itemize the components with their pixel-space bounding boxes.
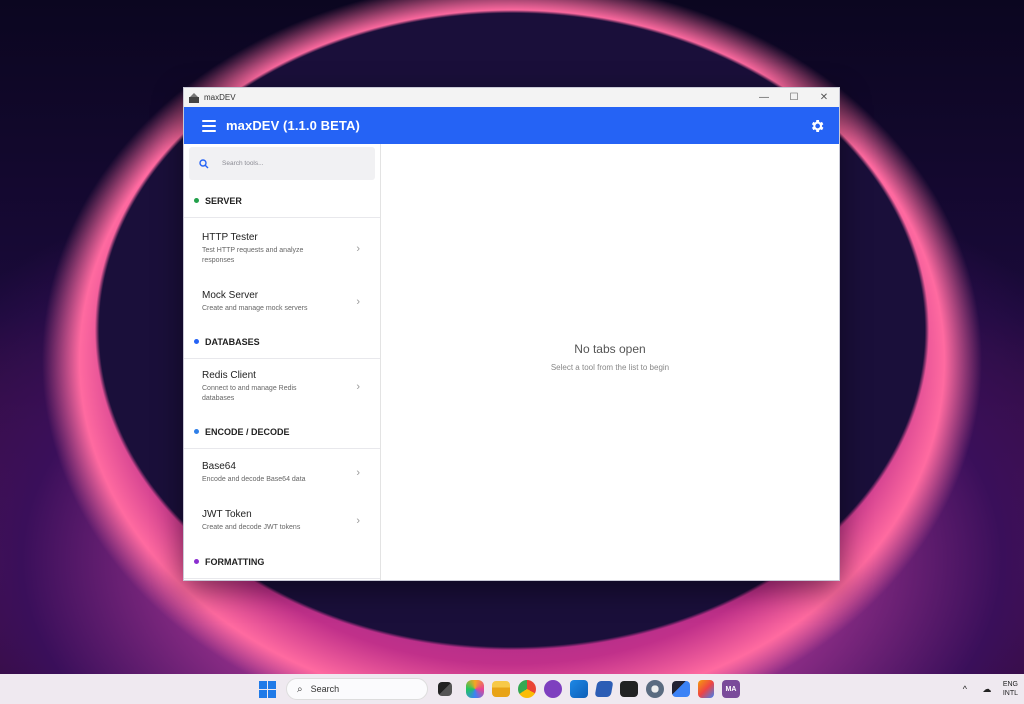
tool-description: Connect to and manage Redis databases — [202, 385, 297, 402]
chevron-up-icon[interactable]: ^ — [959, 684, 971, 694]
system-tray: ^ ☁ ENG INTL — [949, 674, 1018, 704]
maxdev-taskbar-label: MA — [725, 685, 737, 693]
input-language[interactable]: ENG INTL — [1003, 680, 1018, 698]
copilot-icon[interactable] — [466, 680, 484, 698]
lang-code: ENG — [1002, 681, 1018, 688]
settings-icon[interactable] — [646, 680, 664, 698]
taskbar-search[interactable]: ⌕ Search — [286, 678, 428, 700]
section-label: ENCODE / DECODE — [205, 426, 290, 437]
search-input[interactable]: Search tools... — [222, 160, 264, 167]
section-dot — [194, 559, 199, 564]
chevron-right-icon: › — [356, 515, 360, 527]
tab-area: No tabs open Select a tool from the list… — [381, 144, 839, 580]
tool-description: Test HTTP requests and analyze responses — [202, 246, 304, 264]
tool-description: Encode and decode Base64 data — [202, 476, 306, 483]
tool-name: Redis Client — [202, 370, 256, 381]
tool-name: Mock Server — [202, 290, 259, 301]
section-server: SERVER — [184, 184, 380, 218]
tool-redis-client[interactable]: Redis Client Connect to and manage Redis… — [184, 359, 380, 415]
section-encode-decode: ENCODE / DECODE — [184, 415, 380, 449]
tool-description: Create and decode JWT tokens — [202, 524, 301, 531]
section-dot — [194, 339, 199, 344]
maximize-button[interactable]: ☐ — [779, 88, 809, 107]
minimize-button[interactable]: — — [749, 88, 779, 107]
file-explorer-icon[interactable] — [492, 681, 510, 697]
paint-icon[interactable] — [698, 680, 714, 698]
empty-state-heading: No tabs open — [574, 342, 646, 356]
tool-http-tester[interactable]: HTTP Tester Test HTTP requests and analy… — [184, 218, 380, 279]
github-desktop-icon[interactable] — [544, 680, 562, 698]
section-label: FORMATTING — [205, 556, 265, 567]
search-box[interactable]: Search tools... — [189, 147, 375, 180]
chevron-right-icon: › — [356, 242, 360, 255]
taskbar-search-label: Search — [310, 684, 340, 694]
section-label: DATABASES — [205, 336, 260, 347]
empty-state-subheading: Select a tool from the list to begin — [550, 363, 670, 372]
chevron-right-icon: › — [356, 296, 360, 308]
chevron-right-icon: › — [356, 467, 360, 479]
section-dot — [194, 429, 199, 434]
taskview-icon[interactable] — [438, 682, 452, 696]
network-app-icon[interactable] — [672, 681, 690, 697]
section-label: SERVER — [205, 195, 242, 206]
gear-icon[interactable] — [809, 118, 825, 134]
app-window: maxDEV — ☐ ✕ maxDEV (1.1.0 BETA) Search … — [183, 87, 840, 581]
lang-layout: INTL — [1002, 690, 1018, 697]
tool-base64[interactable]: Base64 Encode and decode Base64 data › — [184, 449, 380, 497]
terminal-icon[interactable] — [620, 681, 638, 697]
start-icon[interactable] — [257, 679, 278, 700]
taskbar: ⌕ Search MA ^ ☁ ENG INTL — [0, 674, 1024, 704]
app-header: maxDEV (1.1.0 BETA) — [184, 107, 839, 144]
title-bar: maxDEV — ☐ ✕ — [184, 88, 839, 107]
section-databases: DATABASES — [184, 325, 380, 359]
tool-name: Base64 — [202, 461, 236, 472]
tool-description: Create and manage mock servers — [202, 305, 308, 312]
app-title: maxDEV (1.1.0 BETA) — [226, 118, 360, 133]
chrome-icon[interactable] — [518, 680, 536, 698]
tool-name: HTTP Tester — [202, 231, 258, 243]
tool-mock-server[interactable]: Mock Server Create and manage mock serve… — [184, 279, 380, 325]
hamburger-icon[interactable] — [202, 119, 216, 132]
vscode-icon[interactable] — [570, 680, 588, 698]
search-icon — [199, 158, 209, 168]
section-formatting: FORMATTING — [184, 545, 380, 579]
cloud-icon[interactable]: ☁ — [981, 684, 993, 695]
tool-sidebar: Search tools... SERVER HTTP Tester Test … — [184, 144, 381, 580]
tool-name: JWT Token — [202, 509, 252, 520]
tool-jwt-token[interactable]: JWT Token Create and decode JWT tokens › — [184, 497, 380, 545]
app-logo-icon — [189, 92, 199, 103]
maxdev-taskbar-icon[interactable]: MA — [722, 680, 740, 698]
section-dot — [194, 198, 199, 203]
search-icon: ⌕ — [297, 683, 303, 695]
powershell-icon[interactable] — [594, 681, 614, 697]
chevron-right-icon: › — [356, 381, 360, 393]
close-button[interactable]: ✕ — [809, 88, 839, 107]
window-title: maxDEV — [204, 93, 236, 102]
